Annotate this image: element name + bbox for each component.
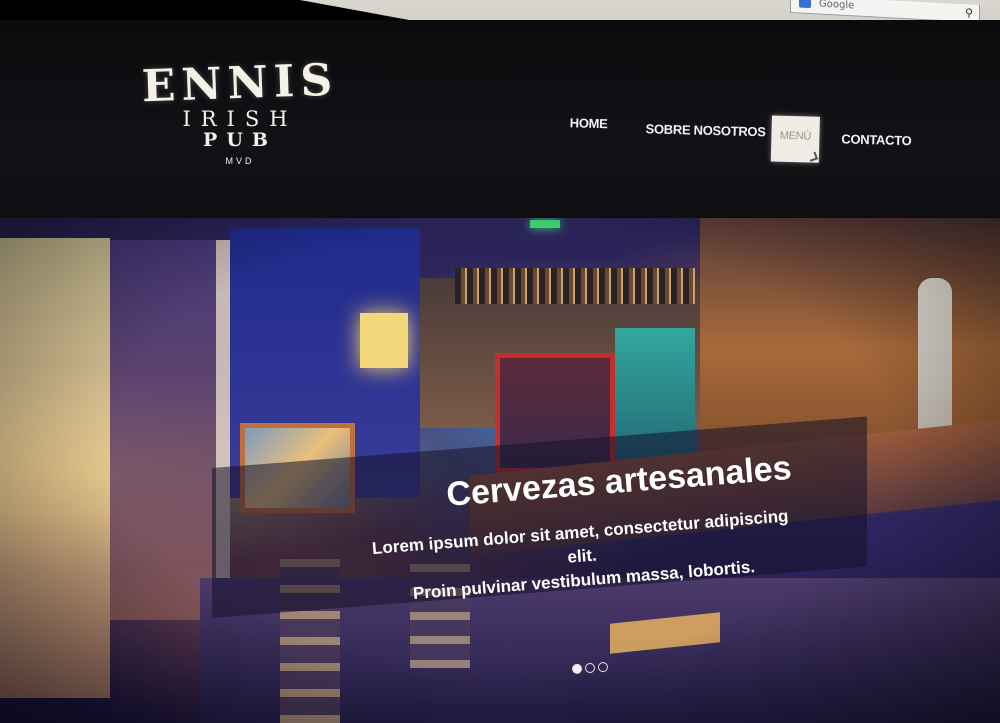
- slider-dot-3[interactable]: [597, 661, 609, 673]
- site-logo[interactable]: ENNIS IRISH PUB MVD: [130, 55, 350, 166]
- logo-ennis: ENNIS: [140, 54, 340, 113]
- logo-mvd: MVD: [225, 156, 255, 166]
- browser-search-placeholder: Google: [819, 0, 855, 12]
- search-icon[interactable]: ⚲: [965, 6, 973, 19]
- site-header: ENNIS IRISH PUB MVD HOME SOBRE NOSOTROS …: [0, 20, 1000, 225]
- nav-item-menu-label: MENÚ: [779, 129, 812, 143]
- hero-slider: Cervezas artesanales Lorem ipsum dolor s…: [0, 218, 1000, 723]
- nav-item-sobre-nosotros[interactable]: SOBRE NOSOTROS: [645, 121, 765, 139]
- nav-item-contacto[interactable]: CONTACTO: [841, 131, 911, 148]
- mouse-cursor-icon: [807, 151, 818, 162]
- slider-dot-1[interactable]: [571, 663, 583, 675]
- nav-item-menu[interactable]: MENÚ: [770, 115, 820, 163]
- slider-dot-2[interactable]: [584, 662, 596, 674]
- google-icon: [799, 0, 811, 9]
- logo-pub: PUB: [203, 129, 277, 151]
- nav-item-home[interactable]: HOME: [570, 115, 608, 131]
